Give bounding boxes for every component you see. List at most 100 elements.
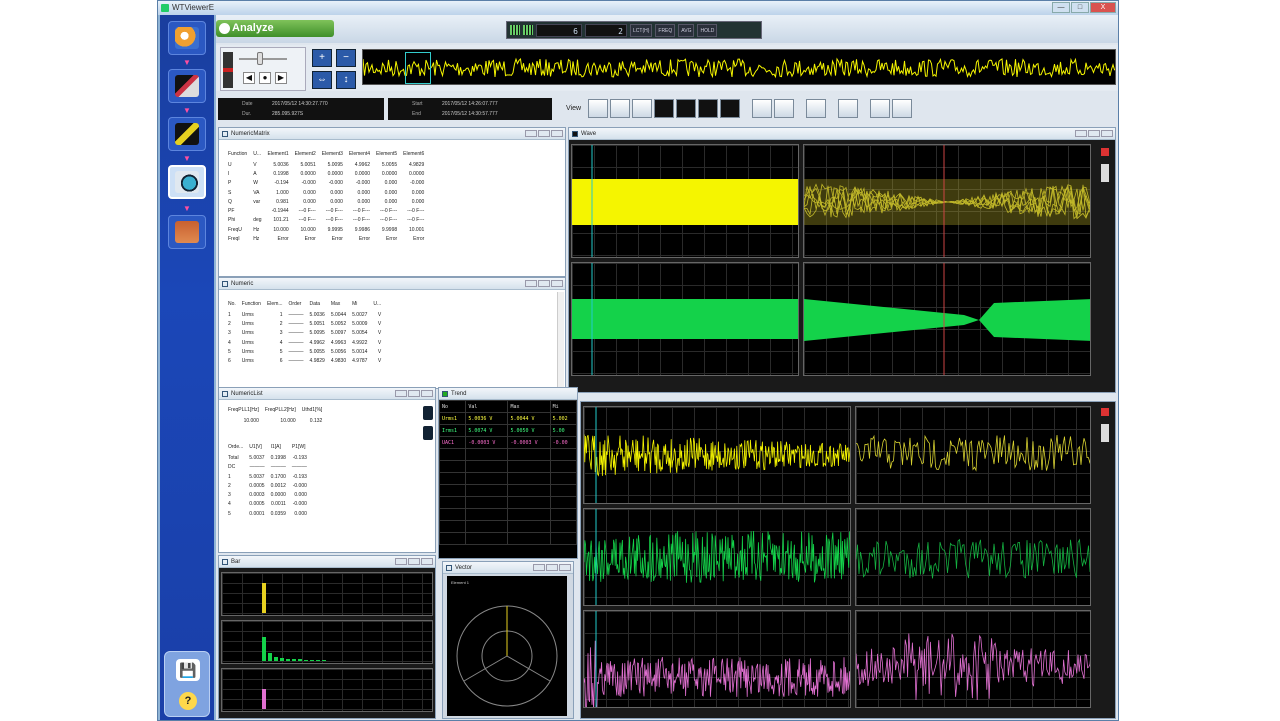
column-header[interactable]: Order: [286, 298, 307, 310]
export-icon[interactable]: [838, 99, 858, 118]
column-header[interactable]: Element4: [346, 148, 373, 160]
column-header[interactable]: Data: [307, 298, 328, 310]
trend-graph[interactable]: [583, 610, 851, 708]
column-header[interactable]: FreqPLL2[Hz]: [262, 404, 299, 416]
minimize-button[interactable]: —: [1052, 2, 1070, 13]
table-cell: [549, 508, 577, 521]
view-list-icon[interactable]: [610, 99, 630, 118]
panel-maximize-button[interactable]: [408, 558, 420, 565]
panel-maximize-button[interactable]: [538, 130, 550, 137]
bar-graph[interactable]: [221, 572, 433, 616]
view-bar-icon[interactable]: [698, 99, 718, 118]
column-header[interactable]: Uthd1[%]: [299, 404, 326, 416]
column-header[interactable]: Function: [225, 148, 250, 160]
panel-minimize-button[interactable]: [533, 564, 545, 571]
panel-close-button[interactable]: [421, 390, 433, 397]
panel-minimize-button[interactable]: [525, 130, 537, 137]
view-trend-icon[interactable]: [676, 99, 696, 118]
sidebar-item-measure[interactable]: [168, 69, 206, 103]
column-header[interactable]: Element1: [265, 148, 292, 160]
column-header[interactable]: Orde...: [225, 441, 246, 453]
column-header[interactable]: Element3: [319, 148, 346, 160]
panel-close-button[interactable]: [551, 280, 563, 287]
print-icon[interactable]: [870, 99, 890, 118]
zoom-fit-button[interactable]: ⇔: [312, 71, 332, 89]
column-header[interactable]: U1[V]: [246, 441, 267, 453]
play-button[interactable]: ▶: [275, 72, 287, 84]
panel-maximize-button[interactable]: [538, 280, 550, 287]
trend-graph[interactable]: [583, 508, 851, 606]
zoom-in-button[interactable]: +: [312, 49, 332, 67]
vertical-scrollbar[interactable]: [557, 292, 564, 387]
wave-graph[interactable]: [571, 262, 799, 376]
trend-graph[interactable]: [583, 406, 851, 504]
zoom-out-button[interactable]: −: [336, 49, 356, 67]
trend-graph[interactable]: [855, 406, 1091, 504]
sidebar-item-connect[interactable]: [168, 21, 206, 55]
column-header[interactable]: FreqPLL1[Hz]: [225, 404, 262, 416]
table-cell: var: [253, 198, 261, 205]
panel-maximize-button[interactable]: [408, 390, 420, 397]
save-icon[interactable]: 💾: [176, 659, 200, 681]
panel-maximize-button[interactable]: [546, 564, 558, 571]
zoom-range-button[interactable]: ↕: [336, 71, 356, 89]
sidebar-item-analyze[interactable]: [168, 165, 206, 199]
panel-close-button[interactable]: [559, 564, 571, 571]
settings-icon[interactable]: [806, 99, 826, 118]
panel-maximize-button[interactable]: [1088, 130, 1100, 137]
panel-close-button[interactable]: [1101, 130, 1113, 137]
maximize-button[interactable]: □: [1071, 2, 1089, 13]
panel-minimize-button[interactable]: [525, 280, 537, 287]
bar-graph[interactable]: [221, 668, 433, 712]
sidebar-item-wave[interactable]: [168, 117, 206, 151]
layout-vertical-icon[interactable]: [774, 99, 794, 118]
help-icon[interactable]: ?: [179, 692, 197, 710]
column-header[interactable]: Element2: [292, 148, 319, 160]
column-header[interactable]: Mi: [349, 298, 370, 310]
column-header[interactable]: Max: [328, 298, 349, 310]
column-header[interactable]: Val: [465, 400, 509, 413]
overview-waveform[interactable]: [362, 49, 1116, 85]
column-header[interactable]: U...: [250, 148, 264, 160]
layout-horizontal-icon[interactable]: [752, 99, 772, 118]
view-numeric-icon[interactable]: [588, 99, 608, 118]
slider-knob[interactable]: [257, 52, 263, 65]
column-header[interactable]: I1[A]: [268, 441, 289, 453]
view-vector-icon[interactable]: [720, 99, 740, 118]
play-back-button[interactable]: ◀: [243, 72, 255, 84]
stop-button[interactable]: ●: [259, 72, 271, 84]
column-header[interactable]: P1[W]: [289, 441, 310, 453]
wave-graph[interactable]: [803, 262, 1091, 376]
nav-right-icon[interactable]: [423, 406, 433, 420]
panel-close-button[interactable]: [551, 130, 563, 137]
view-wave-icon[interactable]: [654, 99, 674, 118]
column-header[interactable]: Element6: [400, 148, 427, 160]
close-button[interactable]: X: [1090, 2, 1116, 13]
view-matrix-icon[interactable]: [632, 99, 652, 118]
overview-cursor[interactable]: [405, 52, 431, 84]
wave-graph[interactable]: [571, 144, 799, 258]
panel-close-button[interactable]: [421, 558, 433, 565]
column-header[interactable]: Function: [239, 298, 264, 310]
column-header[interactable]: Max: [507, 400, 551, 413]
panel-minimize-button[interactable]: [395, 390, 407, 397]
column-header[interactable]: Mi: [549, 400, 577, 413]
column-header[interactable]: Elem...: [264, 298, 286, 310]
column-header[interactable]: Element5: [373, 148, 400, 160]
playback-slider[interactable]: [239, 58, 287, 60]
report-export-icon[interactable]: [892, 99, 912, 118]
nav-left-icon[interactable]: [423, 426, 433, 440]
vector-plot[interactable]: Element 1: [447, 576, 567, 716]
panel-minimize-button[interactable]: [1075, 130, 1087, 137]
sidebar-item-report[interactable]: [168, 215, 206, 249]
trend-graph[interactable]: [855, 508, 1091, 606]
column-header[interactable]: No: [439, 400, 467, 413]
scroll-handle[interactable]: [1101, 424, 1109, 442]
bar-graph[interactable]: [221, 620, 433, 664]
column-header[interactable]: U...: [370, 298, 384, 310]
panel-minimize-button[interactable]: [395, 558, 407, 565]
column-header[interactable]: No.: [225, 298, 239, 310]
scroll-handle[interactable]: [1101, 164, 1109, 182]
trend-graph[interactable]: [855, 610, 1091, 708]
wave-graph[interactable]: [803, 144, 1091, 258]
